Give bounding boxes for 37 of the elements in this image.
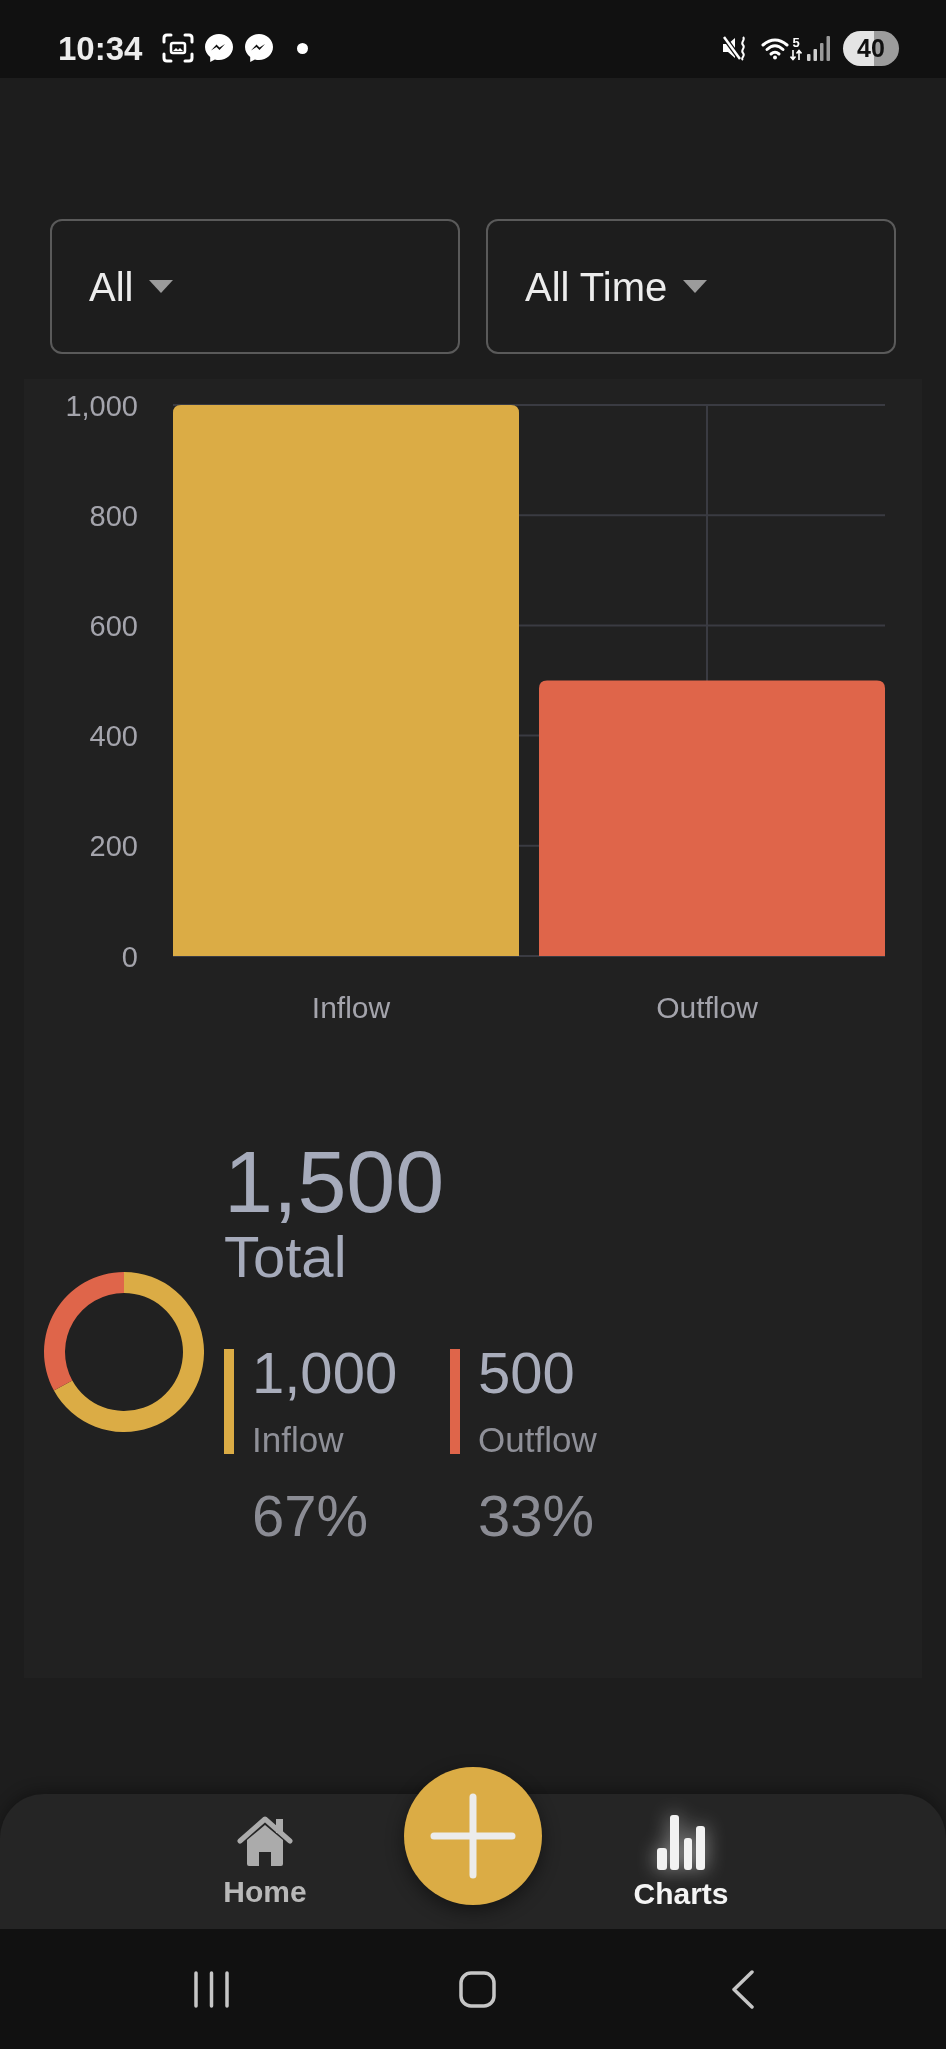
legend-value: 500 xyxy=(478,1344,576,1402)
data-arrows-icon xyxy=(790,48,802,61)
nav-tab[interactable]: Home xyxy=(195,1794,335,1914)
x-axis-label: Inflow xyxy=(311,991,391,1024)
back-icon[interactable] xyxy=(731,1969,754,2009)
y-axis-label: 200 xyxy=(89,830,138,863)
legend-label: Inflow xyxy=(252,1422,345,1457)
home-icon xyxy=(237,1814,293,1868)
legend-percent: 33% xyxy=(478,1487,596,1545)
caret-down-icon xyxy=(683,280,708,293)
total-label: Total xyxy=(224,1228,348,1286)
plus-icon xyxy=(430,1793,516,1879)
wifi-band-label: 5 xyxy=(792,35,800,49)
battery-level: 40 xyxy=(843,30,899,66)
recent-apps-icon[interactable] xyxy=(194,1970,229,2008)
signal-icon xyxy=(807,35,831,61)
y-axis-label: 600 xyxy=(89,609,138,642)
y-axis-label: 1,000 xyxy=(65,389,138,422)
chat-bubble-icon xyxy=(244,33,275,63)
y-axis-label: 400 xyxy=(89,720,138,753)
legend-label: Outflow xyxy=(478,1422,597,1457)
legend-value: 1,000 xyxy=(252,1344,398,1402)
status-time: 10:34 xyxy=(58,31,143,65)
y-axis-label: 800 xyxy=(89,499,138,532)
total-amount: 1,500 xyxy=(224,1138,446,1226)
wifi-icon xyxy=(761,36,789,60)
y-axis-label: 0 xyxy=(121,940,138,973)
nav-tab[interactable]: Charts xyxy=(611,1794,751,1914)
filter-dropdown[interactable]: All Time xyxy=(486,219,896,354)
bar-chart-icon xyxy=(657,1814,705,1870)
caret-down-icon xyxy=(149,280,174,293)
x-axis-label: Outflow xyxy=(656,991,758,1024)
chat-bubble-icon xyxy=(204,33,235,63)
legend-percent: 67% xyxy=(252,1487,370,1545)
filter-dropdown[interactable]: All xyxy=(50,219,460,354)
home-button-icon[interactable] xyxy=(459,1970,496,2008)
screenshot-icon xyxy=(162,33,195,63)
